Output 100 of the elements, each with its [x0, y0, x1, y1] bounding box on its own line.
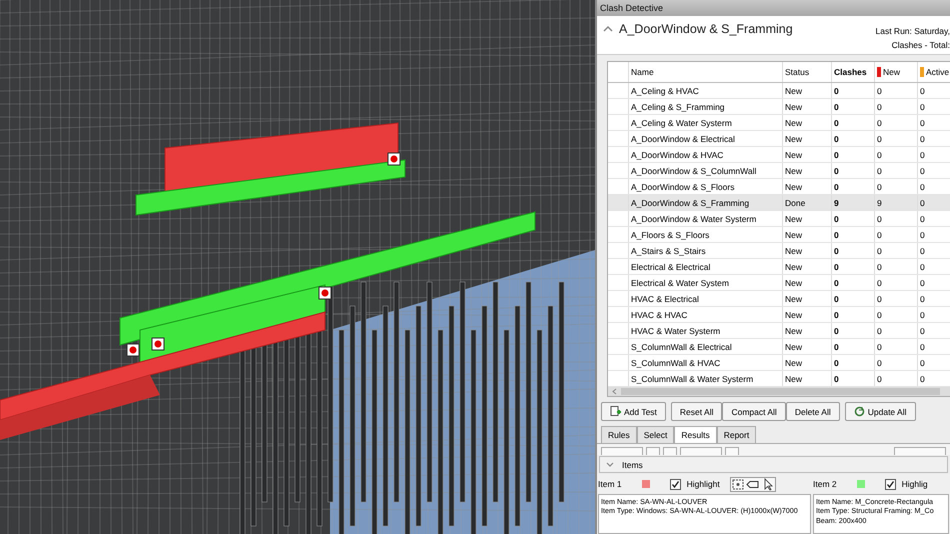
- test-row[interactable]: HVAC & HVAC New 0 0 0: [608, 307, 950, 323]
- expand-chevron-icon: [606, 462, 614, 467]
- table-cell: 0: [875, 323, 918, 338]
- table-cell: 0: [832, 83, 875, 98]
- table-cell: 0: [875, 115, 918, 130]
- panel-tab[interactable]: Report: [716, 426, 756, 443]
- table-cell: New: [783, 307, 832, 322]
- add-document-icon: [610, 406, 621, 417]
- table-cell: 0: [832, 307, 875, 322]
- column-header[interactable]: Name: [629, 62, 783, 82]
- test-row[interactable]: A_Celing & Water Systerm New 0 0 0: [608, 115, 950, 131]
- panel-button[interactable]: Update All: [844, 402, 916, 421]
- panel-title: Clash Detective: [597, 0, 950, 16]
- table-cell: 0: [875, 131, 918, 146]
- table-cell: A_DoorWindow & HVAC: [629, 147, 783, 162]
- table-cell: 0: [875, 83, 918, 98]
- table-cell-text: 0: [919, 324, 926, 338]
- table-cell-text: 0: [919, 276, 926, 290]
- table-cell: Done: [783, 195, 832, 210]
- table-cell: 0: [832, 115, 875, 130]
- refresh-icon: [854, 406, 865, 417]
- collapse-chevron-icon[interactable]: [603, 26, 613, 32]
- test-row[interactable]: A_DoorWindow & S_ColumnWall New 0 0 0: [608, 163, 950, 179]
- table-cell: New: [783, 147, 832, 162]
- table-cell: 0: [875, 211, 918, 226]
- test-row[interactable]: Electrical & Electrical New 0 0 0: [608, 259, 950, 275]
- test-row[interactable]: HVAC & Electrical New 0 0 0: [608, 291, 950, 307]
- test-row[interactable]: A_Celing & HVAC New 0 0 0: [608, 83, 950, 99]
- table-cell: New: [783, 275, 832, 290]
- table-cell: 0: [875, 243, 918, 258]
- horizontal-scrollbar[interactable]: [608, 387, 950, 396]
- table-cell: 0: [875, 355, 918, 370]
- panel-button[interactable]: Delete All: [786, 402, 840, 421]
- table-cell-text: 0: [919, 356, 926, 370]
- panel-button[interactable]: Compact All: [722, 402, 786, 421]
- test-row[interactable]: S_ColumnWall & HVAC New 0 0 0: [608, 355, 950, 371]
- items-section-header[interactable]: Items: [599, 456, 948, 473]
- table-cell: 0: [832, 291, 875, 306]
- panel-tab[interactable]: Rules: [601, 426, 637, 443]
- table-cell: S_ColumnWall & Water Systerm: [629, 371, 783, 386]
- table-cell-text: 0: [919, 260, 926, 274]
- table-cell: 0: [875, 147, 918, 162]
- table-cell: New: [783, 211, 832, 226]
- table-cell: 0: [832, 339, 875, 354]
- highlight-label: Highlight: [686, 479, 720, 489]
- table-cell: A_DoorWindow & S_ColumnWall: [629, 163, 783, 178]
- column-header[interactable]: New: [875, 62, 918, 82]
- test-row[interactable]: A_DoorWindow & Water Systerm New 0 0 0: [608, 211, 950, 227]
- panel-tab[interactable]: Select: [636, 426, 674, 443]
- table-cell: 0: [875, 227, 918, 242]
- panel-button[interactable]: Add Test: [601, 402, 666, 421]
- column-header[interactable]: Clashes: [832, 62, 875, 82]
- test-row[interactable]: A_DoorWindow & HVAC New 0 0 0: [608, 147, 950, 163]
- table-cell: 0: [875, 307, 918, 322]
- scroll-left-icon[interactable]: [612, 388, 617, 395]
- highlight-checkbox[interactable]: [884, 478, 896, 490]
- table-cell: A_DoorWindow & S_Floors: [629, 179, 783, 194]
- table-cell: HVAC & Electrical: [629, 291, 783, 306]
- table-cell: 0: [875, 371, 918, 386]
- highlight-checkbox[interactable]: [670, 478, 681, 490]
- table-cell: S_ColumnWall & HVAC: [629, 355, 783, 370]
- table-cell: 0: [832, 163, 875, 178]
- table-cell: 0: [875, 163, 918, 178]
- select-icon[interactable]: [730, 478, 745, 490]
- table-cell: 0: [875, 291, 918, 306]
- table-cell: 0: [832, 275, 875, 290]
- test-row[interactable]: A_Stairs & S_Stairs New 0 0 0: [608, 243, 950, 259]
- test-row[interactable]: A_DoorWindow & S_Framming Done 9 9 0: [608, 195, 950, 211]
- table-cell-text: 0: [919, 372, 926, 386]
- panel-button[interactable]: Reset All: [670, 402, 722, 421]
- table-cell: New: [783, 83, 832, 98]
- table-cell: A_DoorWindow & S_Framming: [629, 195, 783, 210]
- table-cell-text: 0: [919, 148, 926, 162]
- test-row[interactable]: HVAC & Water Systerm New 0 0 0: [608, 323, 950, 339]
- test-row[interactable]: A_DoorWindow & Electrical New 0 0 0: [608, 131, 950, 147]
- table-cell-text: 0: [919, 180, 926, 194]
- test-row[interactable]: A_Floors & S_Floors New 0 0 0: [608, 227, 950, 243]
- table-cell: New: [783, 227, 832, 242]
- column-header[interactable]: Active: [918, 62, 950, 82]
- column-header[interactable]: Status: [783, 62, 832, 82]
- table-cell: New: [783, 323, 832, 338]
- table-cell-text: 0: [919, 100, 926, 114]
- table-cell: 0: [832, 243, 875, 258]
- table-cell: New: [783, 179, 832, 194]
- table-cell-text: 0: [919, 196, 926, 210]
- table-cell: A_Celing & Water Systerm: [629, 115, 783, 130]
- panel-tab[interactable]: Results: [674, 426, 717, 443]
- table-cell-text: 0: [919, 212, 926, 226]
- table-cell: A_Celing & HVAC: [629, 83, 783, 98]
- table-cell: 0: [832, 259, 875, 274]
- table-cell: HVAC & HVAC: [629, 307, 783, 322]
- table-cell: S_ColumnWall & Electrical: [629, 339, 783, 354]
- test-row[interactable]: A_Celing & S_Framming New 0 0 0: [608, 99, 950, 115]
- clashes-total-label: Clashes - Total:: [890, 40, 950, 50]
- test-row[interactable]: Electrical & Water System New 0 0 0: [608, 275, 950, 291]
- table-cell: A_Stairs & S_Stairs: [629, 243, 783, 258]
- table-cell: 0: [832, 227, 875, 242]
- table-cell: New: [783, 115, 832, 130]
- item-label: Item 2: [813, 479, 837, 489]
- test-row[interactable]: S_ColumnWall & Electrical New 0 0 0: [608, 339, 950, 355]
